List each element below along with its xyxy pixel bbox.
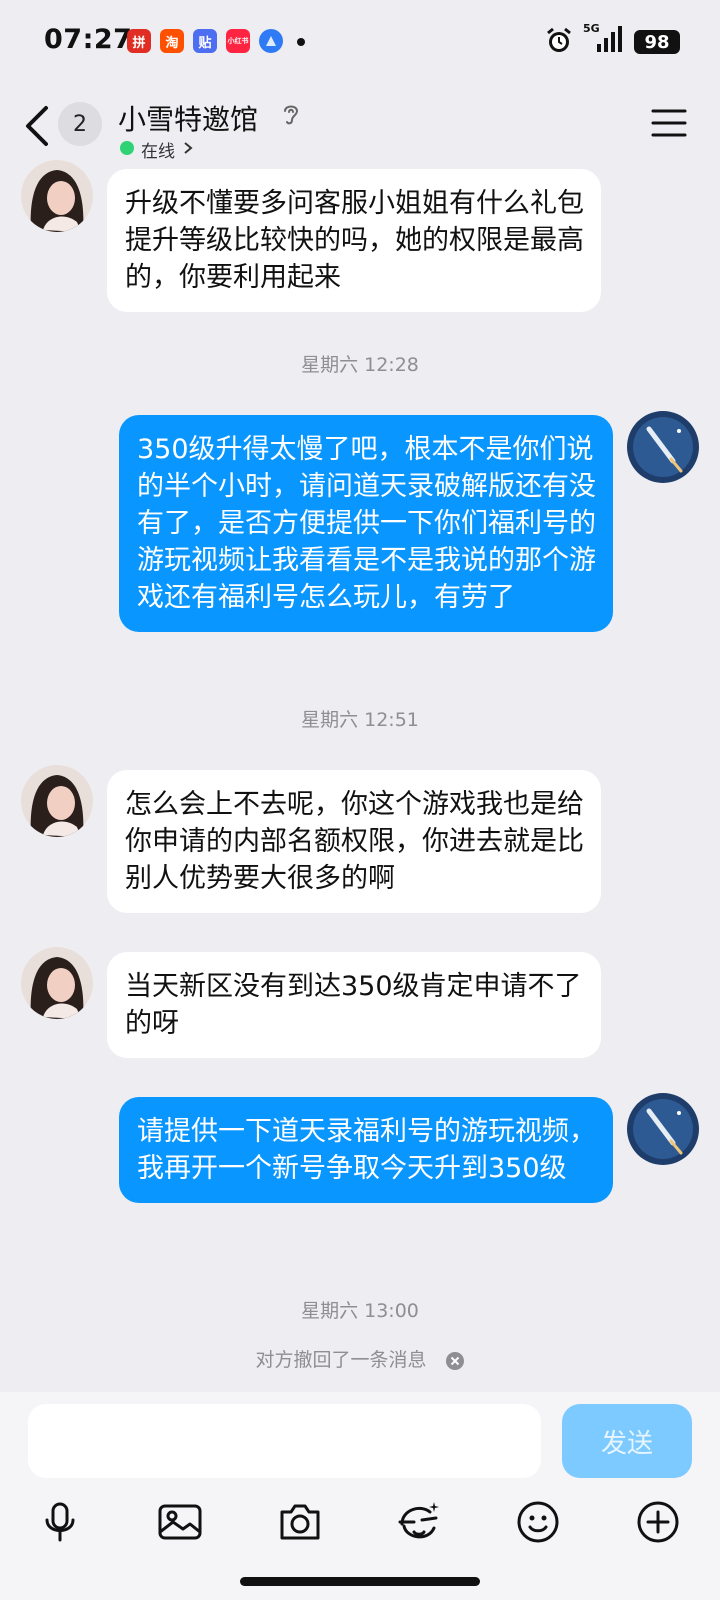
status-time: 07:27 xyxy=(44,24,133,55)
message-bubble[interactable]: 请提供一下道天录福利号的游玩视频，我再开一个新号争取今天升到350级 xyxy=(119,1097,613,1203)
unread-count-badge[interactable]: 2 xyxy=(58,102,102,146)
contact-avatar[interactable] xyxy=(21,947,93,1019)
sticker-icon[interactable] xyxy=(394,1498,442,1546)
contact-avatar[interactable] xyxy=(21,160,93,232)
notification-dot xyxy=(297,38,305,46)
chevron-right-icon[interactable] xyxy=(183,141,193,155)
message-input[interactable] xyxy=(28,1404,541,1478)
message-timestamp: 星期六 12:28 xyxy=(301,354,419,376)
home-indicator[interactable] xyxy=(240,1577,480,1586)
ear-icon xyxy=(284,105,299,125)
message-bubble[interactable]: 当天新区没有到达350级肯定申请不了的呀 xyxy=(107,952,601,1058)
image-icon[interactable] xyxy=(156,1498,204,1546)
message-bubble[interactable]: 350级升得太慢了吧，根本不是你们说的半个小时，请问道天录破解版还有没有了，是否… xyxy=(119,415,613,632)
recall-notice: 对方撤回了一条消息 xyxy=(0,1345,720,1372)
message-bubble[interactable]: 怎么会上不去呢，你这个游戏我也是给你申请的内部名额权限，你进去就是比别人优势要大… xyxy=(107,770,601,913)
message-timestamp: 星期六 12:51 xyxy=(301,709,419,731)
contact-avatar[interactable] xyxy=(21,765,93,837)
close-icon[interactable] xyxy=(445,1351,465,1371)
microphone-icon[interactable] xyxy=(36,1498,84,1546)
plus-icon[interactable] xyxy=(634,1498,682,1546)
status-bar: 07:27 拼 淘 贴 小红书 5G 98 xyxy=(0,0,720,84)
alarm-icon xyxy=(547,27,571,52)
send-button[interactable]: 发送 xyxy=(562,1404,692,1478)
online-status-dot xyxy=(120,141,134,155)
my-avatar[interactable] xyxy=(627,411,699,483)
tieba-icon: 贴 xyxy=(193,29,217,53)
message-bubble[interactable]: 升级不懂要多问客服小姐姐有什么礼包提升等级比较快的吗，她的权限是最高的，你要利用… xyxy=(107,169,601,312)
message-timestamp: 星期六 13:00 xyxy=(301,1300,419,1322)
back-button[interactable] xyxy=(22,104,54,148)
xiaohongshu-icon: 小红书 xyxy=(226,29,250,53)
menu-button[interactable] xyxy=(651,108,687,138)
recall-notice-text: 对方撤回了一条消息 xyxy=(255,1349,427,1371)
online-status-text[interactable]: 在线 xyxy=(141,137,175,162)
battery-level: 98 xyxy=(634,30,680,54)
my-avatar[interactable] xyxy=(627,1093,699,1165)
emoji-icon[interactable] xyxy=(514,1498,562,1546)
taobao-icon: 淘 xyxy=(160,29,184,53)
browser-icon xyxy=(259,29,283,53)
chat-title[interactable]: 小雪特邀馆 xyxy=(118,98,258,138)
signal-icon: 5G xyxy=(583,22,625,56)
camera-icon[interactable] xyxy=(276,1498,324,1546)
pinduoduo-icon: 拼 xyxy=(127,29,151,53)
